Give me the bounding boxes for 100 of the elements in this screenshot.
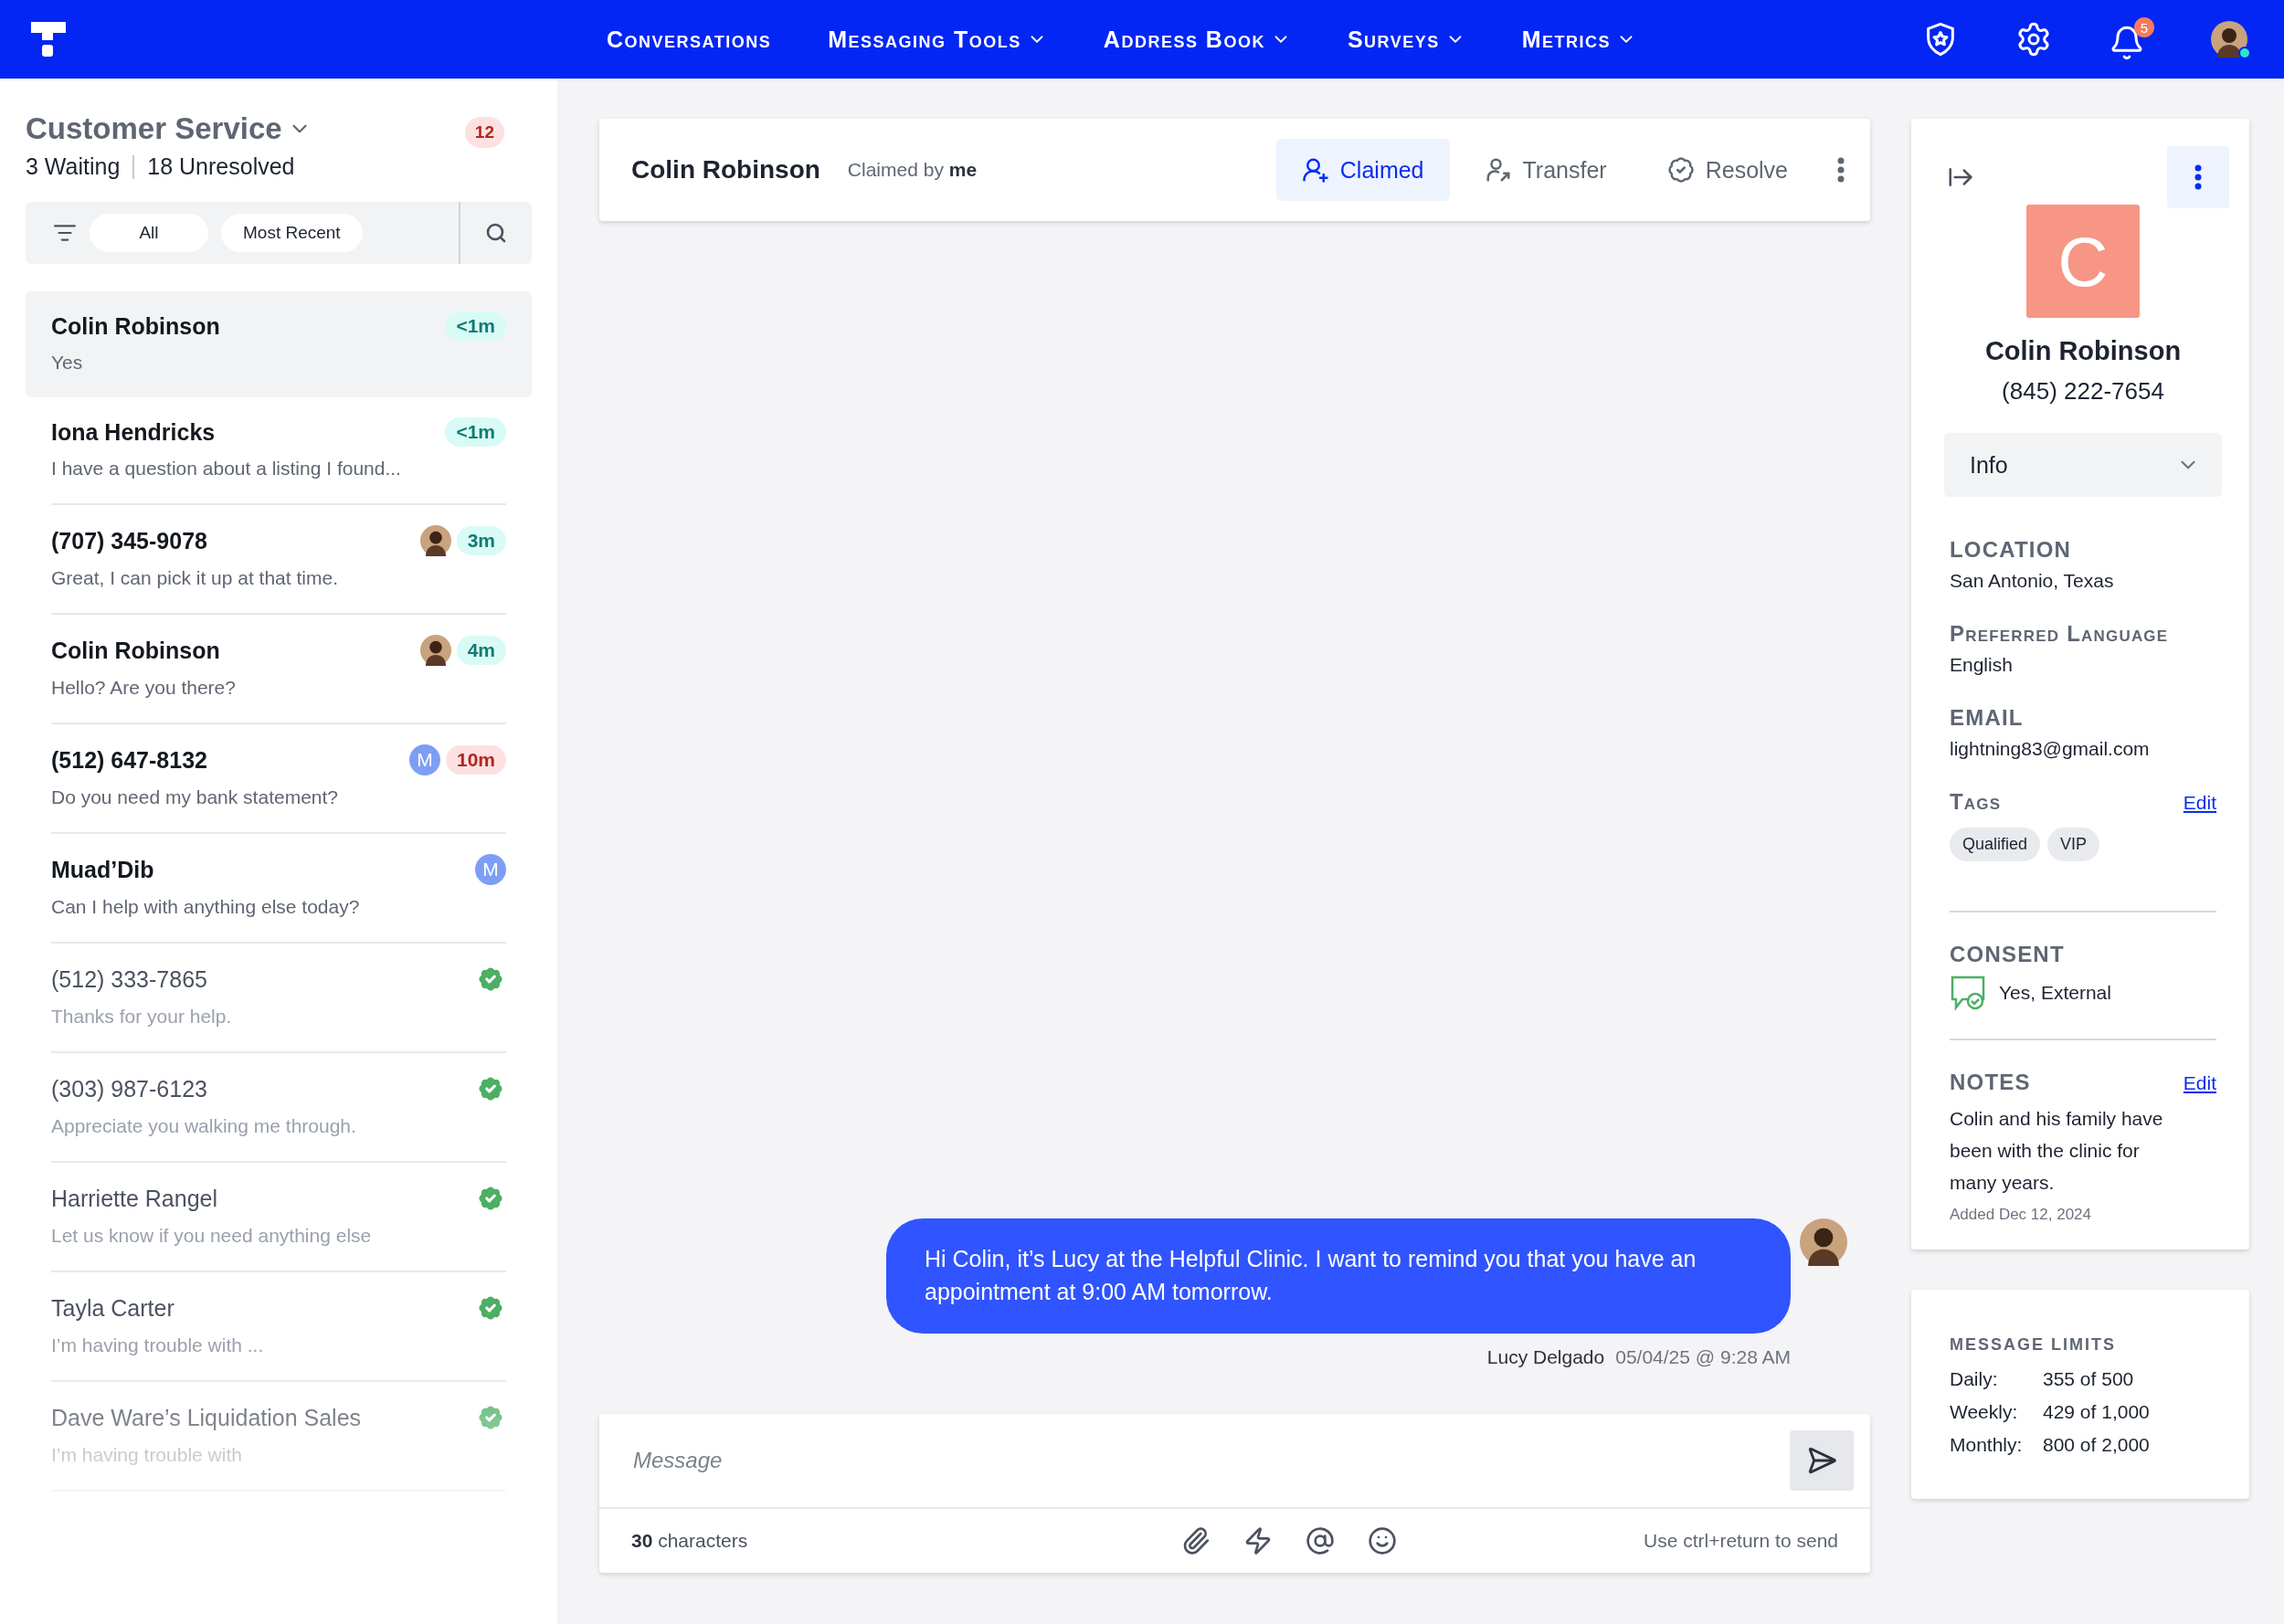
- conversation-title: Colin Robinson: [631, 155, 820, 185]
- panel-menu-button[interactable]: [2167, 146, 2229, 208]
- search-icon: [485, 222, 507, 244]
- field-value: English: [1950, 654, 2014, 676]
- limit-value: 355 of 500: [2043, 1367, 2135, 1391]
- conversation-item[interactable]: Colin Robinson 4m Hello? Are you there?: [26, 615, 532, 724]
- character-count: 30 characters: [631, 1530, 749, 1552]
- message-preview: Thanks for your help.: [51, 1006, 233, 1028]
- send-icon: [1806, 1445, 1837, 1476]
- filter-pill[interactable]: All: [90, 214, 208, 252]
- conversation-item[interactable]: (303) 987-6123 Appreciate you walking me through.: [26, 1053, 532, 1163]
- conversation-item[interactable]: (707) 345-9078 3m Great, I can pick it up at that time.: [26, 505, 532, 615]
- agent-avatar: [419, 525, 451, 556]
- mention-button[interactable]: [1306, 1526, 1336, 1555]
- field-label: EMAIL: [1950, 705, 2025, 731]
- conversation-item[interactable]: (512) 647-8132 M 10m Do you need my bank statement?: [26, 724, 532, 834]
- conversation-item[interactable]: Harriette Rangel Let us know if you need anything else: [26, 1163, 532, 1272]
- edit-link[interactable]: Edit: [2183, 792, 2216, 814]
- field-label: LOCATION: [1950, 537, 2073, 563]
- contact-avatar: C: [2026, 205, 2140, 318]
- unresolved-count: 18 Unresolved: [147, 153, 295, 180]
- message-preview: Do you need my bank statement?: [51, 786, 339, 808]
- sender-avatar: [1800, 1218, 1847, 1266]
- logo-icon[interactable]: [29, 20, 68, 58]
- settings-icon: [2015, 21, 2052, 58]
- message-author: Lucy Delgado: [1486, 1346, 1605, 1368]
- wait-time-badge: <1m: [445, 311, 506, 341]
- claim-status: Claimed by me: [847, 159, 978, 181]
- user-avatar-button[interactable]: [2211, 21, 2247, 58]
- contact-name: (303) 987-6123: [51, 1075, 207, 1102]
- nav-menu-item[interactable]: Surveys: [1347, 26, 1465, 53]
- agent-initial: M: [408, 744, 440, 775]
- conversation-item[interactable]: (512) 333-7865 Thanks for your help.: [26, 944, 532, 1053]
- contact-name: Dave Ware’s Liquidation Sales: [51, 1404, 362, 1431]
- more-icon: [1837, 157, 1845, 183]
- contact-name: (707) 345-9078: [51, 527, 207, 554]
- wait-time-badge: 4m: [456, 636, 506, 665]
- limit-label: Weekly:: [1950, 1400, 2019, 1424]
- message-preview: I’m having trouble with ...: [51, 1334, 265, 1356]
- message-preview: Appreciate you walking me through.: [51, 1115, 357, 1137]
- conversation-item[interactable]: Colin Robinson <1m Yes: [26, 291, 532, 397]
- attach-button[interactable]: [1181, 1526, 1211, 1555]
- conversation-item[interactable]: Iona Hendricks <1m I have a question about a listing I found...: [26, 397, 532, 505]
- settings-button[interactable]: [2015, 21, 2052, 58]
- notes-text: Colin and his family have been with the clinic for many years.: [1950, 1107, 2164, 1195]
- message-preview: Hello? Are you there?: [51, 677, 237, 699]
- contact-name: (512) 333-7865: [51, 965, 207, 993]
- filter-pill[interactable]: Most Recent: [221, 214, 363, 252]
- more-icon: [2194, 164, 2202, 190]
- contact-name: Tayla Carter: [51, 1294, 174, 1322]
- message-preview: Let us know if you need anything else: [51, 1225, 373, 1247]
- limit-label: Daily:: [1950, 1367, 1999, 1391]
- inbox-selector[interactable]: Customer Service: [26, 111, 312, 146]
- nav-menu-item[interactable]: Metrics: [1521, 26, 1637, 53]
- user-avatar: [2211, 21, 2247, 58]
- message-timestamp: 05/04/25 @ 9:28 AM: [1615, 1346, 1791, 1368]
- message-preview: I’m having trouble with: [51, 1444, 243, 1466]
- contact-name: Muad’Dib: [51, 856, 154, 883]
- message-preview: I have a question about a listing I found...: [51, 458, 402, 480]
- send-hint: Use ctrl+return to send: [1642, 1530, 1838, 1552]
- nav-menu-item[interactable]: Address Book: [1103, 26, 1291, 53]
- agent-initial: M: [475, 854, 506, 885]
- field-label: Tags: [1950, 789, 2002, 815]
- contact-name: (512) 647-8132: [51, 746, 207, 774]
- nav-menu-item[interactable]: Messaging Tools: [828, 26, 1047, 53]
- field-label: NOTES: [1950, 1070, 2031, 1095]
- field-label: CONSENT: [1950, 942, 2066, 967]
- emoji-button[interactable]: [1368, 1526, 1398, 1555]
- transfer-button[interactable]: Transfer: [1458, 139, 1633, 201]
- edit-link[interactable]: Edit: [2183, 1072, 2216, 1094]
- claim-button[interactable]: Claimed: [1275, 139, 1450, 201]
- count-badge: 12: [464, 117, 504, 148]
- check-badge-icon: [1666, 156, 1695, 184]
- waiting-count: 3 Waiting: [26, 153, 121, 180]
- field-value: Yes, External: [1999, 982, 2111, 1004]
- wait-time-badge: 3m: [456, 526, 506, 555]
- wait-time-badge: <1m: [445, 417, 506, 447]
- message-bubble: Hi Colin, it’s Lucy at the Helpful Clinic. I want to remind you that you have an appointment at 9:00 AM tomorrow.: [886, 1218, 1791, 1334]
- conversation-item[interactable]: Muad’Dib M Can I help with anything else today?: [26, 834, 532, 944]
- chat-check-icon: [1950, 975, 1986, 1011]
- conversation-item[interactable]: Dave Ware’s Liquidation Sales I’m having trouble with: [26, 1382, 532, 1492]
- contact-name: Colin Robinson: [1983, 336, 2183, 366]
- notes-date: Added Dec 12, 2024: [1950, 1206, 2092, 1224]
- contact-name: Iona Hendricks: [51, 418, 216, 446]
- resolve-button[interactable]: Resolve: [1641, 139, 1813, 201]
- conversation-item[interactable]: Tayla Carter I’m having trouble with ...: [26, 1272, 532, 1382]
- at-sign-icon: [1306, 1526, 1336, 1555]
- send-button[interactable]: [1790, 1430, 1854, 1491]
- contact-phone: (845) 222-7654: [2001, 377, 2165, 406]
- section-dropdown[interactable]: Info: [1944, 433, 2222, 497]
- nav-menu-item[interactable]: Conversations: [607, 26, 772, 53]
- wait-time-badge: 10m: [445, 745, 506, 775]
- card-title: MESSAGE LIMITS: [1950, 1335, 2117, 1355]
- paperclip-icon: [1181, 1526, 1211, 1555]
- contact-name: Harriette Rangel: [51, 1185, 218, 1212]
- field-value: lightning83@gmail.com: [1950, 738, 2151, 760]
- message-preview: Yes: [51, 352, 84, 374]
- agent-avatar: [419, 635, 451, 666]
- contact-name: Colin Robinson: [51, 637, 220, 664]
- field-label: Preferred Language: [1950, 621, 2170, 647]
